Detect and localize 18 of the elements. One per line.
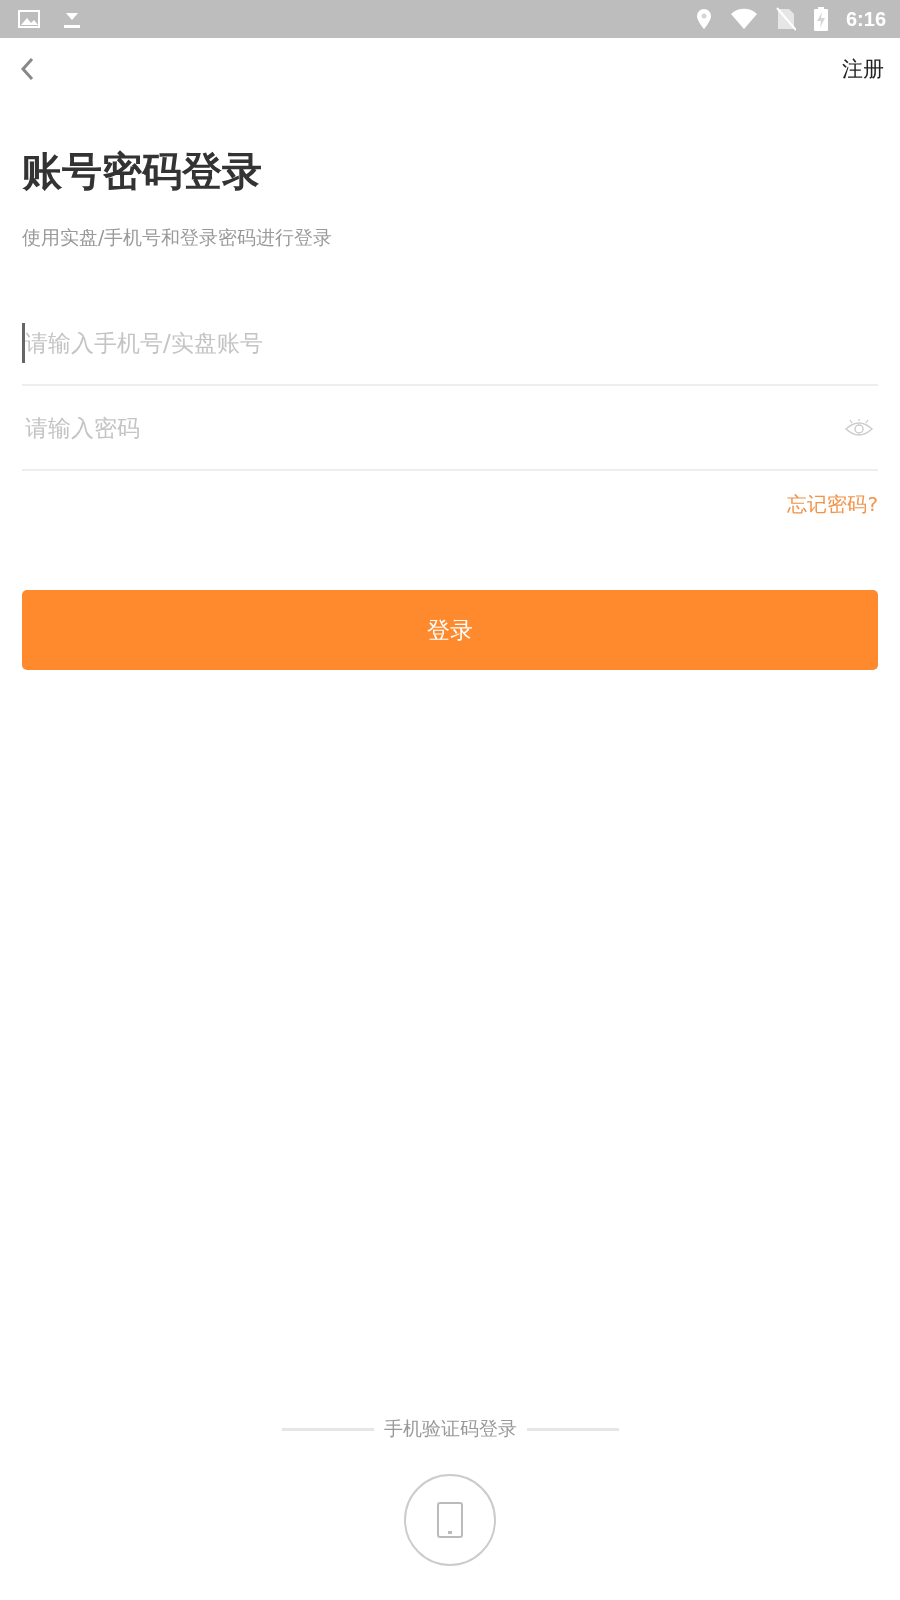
page-title: 账号密码登录 (22, 147, 263, 196)
back-icon (20, 57, 34, 81)
page-subtitle: 使用实盘/手机号和登录密码进行登录 (22, 225, 333, 250)
login-button[interactable]: 登录 (22, 590, 878, 670)
status-time: 6:16 (845, 7, 886, 31)
sms-login-button[interactable] (404, 1474, 496, 1566)
phone-icon (437, 1502, 463, 1538)
battery-icon (813, 7, 828, 31)
alt-login-label: 手机验证码登录 (383, 1416, 517, 1441)
password-field[interactable]: 请输入密码 (22, 407, 840, 448)
image-icon (18, 10, 40, 28)
forgot-password-link[interactable]: 忘记密码? (787, 491, 878, 518)
wifi-icon (729, 8, 758, 30)
register-button[interactable]: 注册 (838, 51, 888, 87)
account-field[interactable]: 请输入手机号/实盘账号 (22, 322, 878, 363)
location-icon (695, 8, 712, 30)
eye-icon (844, 418, 874, 437)
no-sim-icon (775, 7, 796, 31)
